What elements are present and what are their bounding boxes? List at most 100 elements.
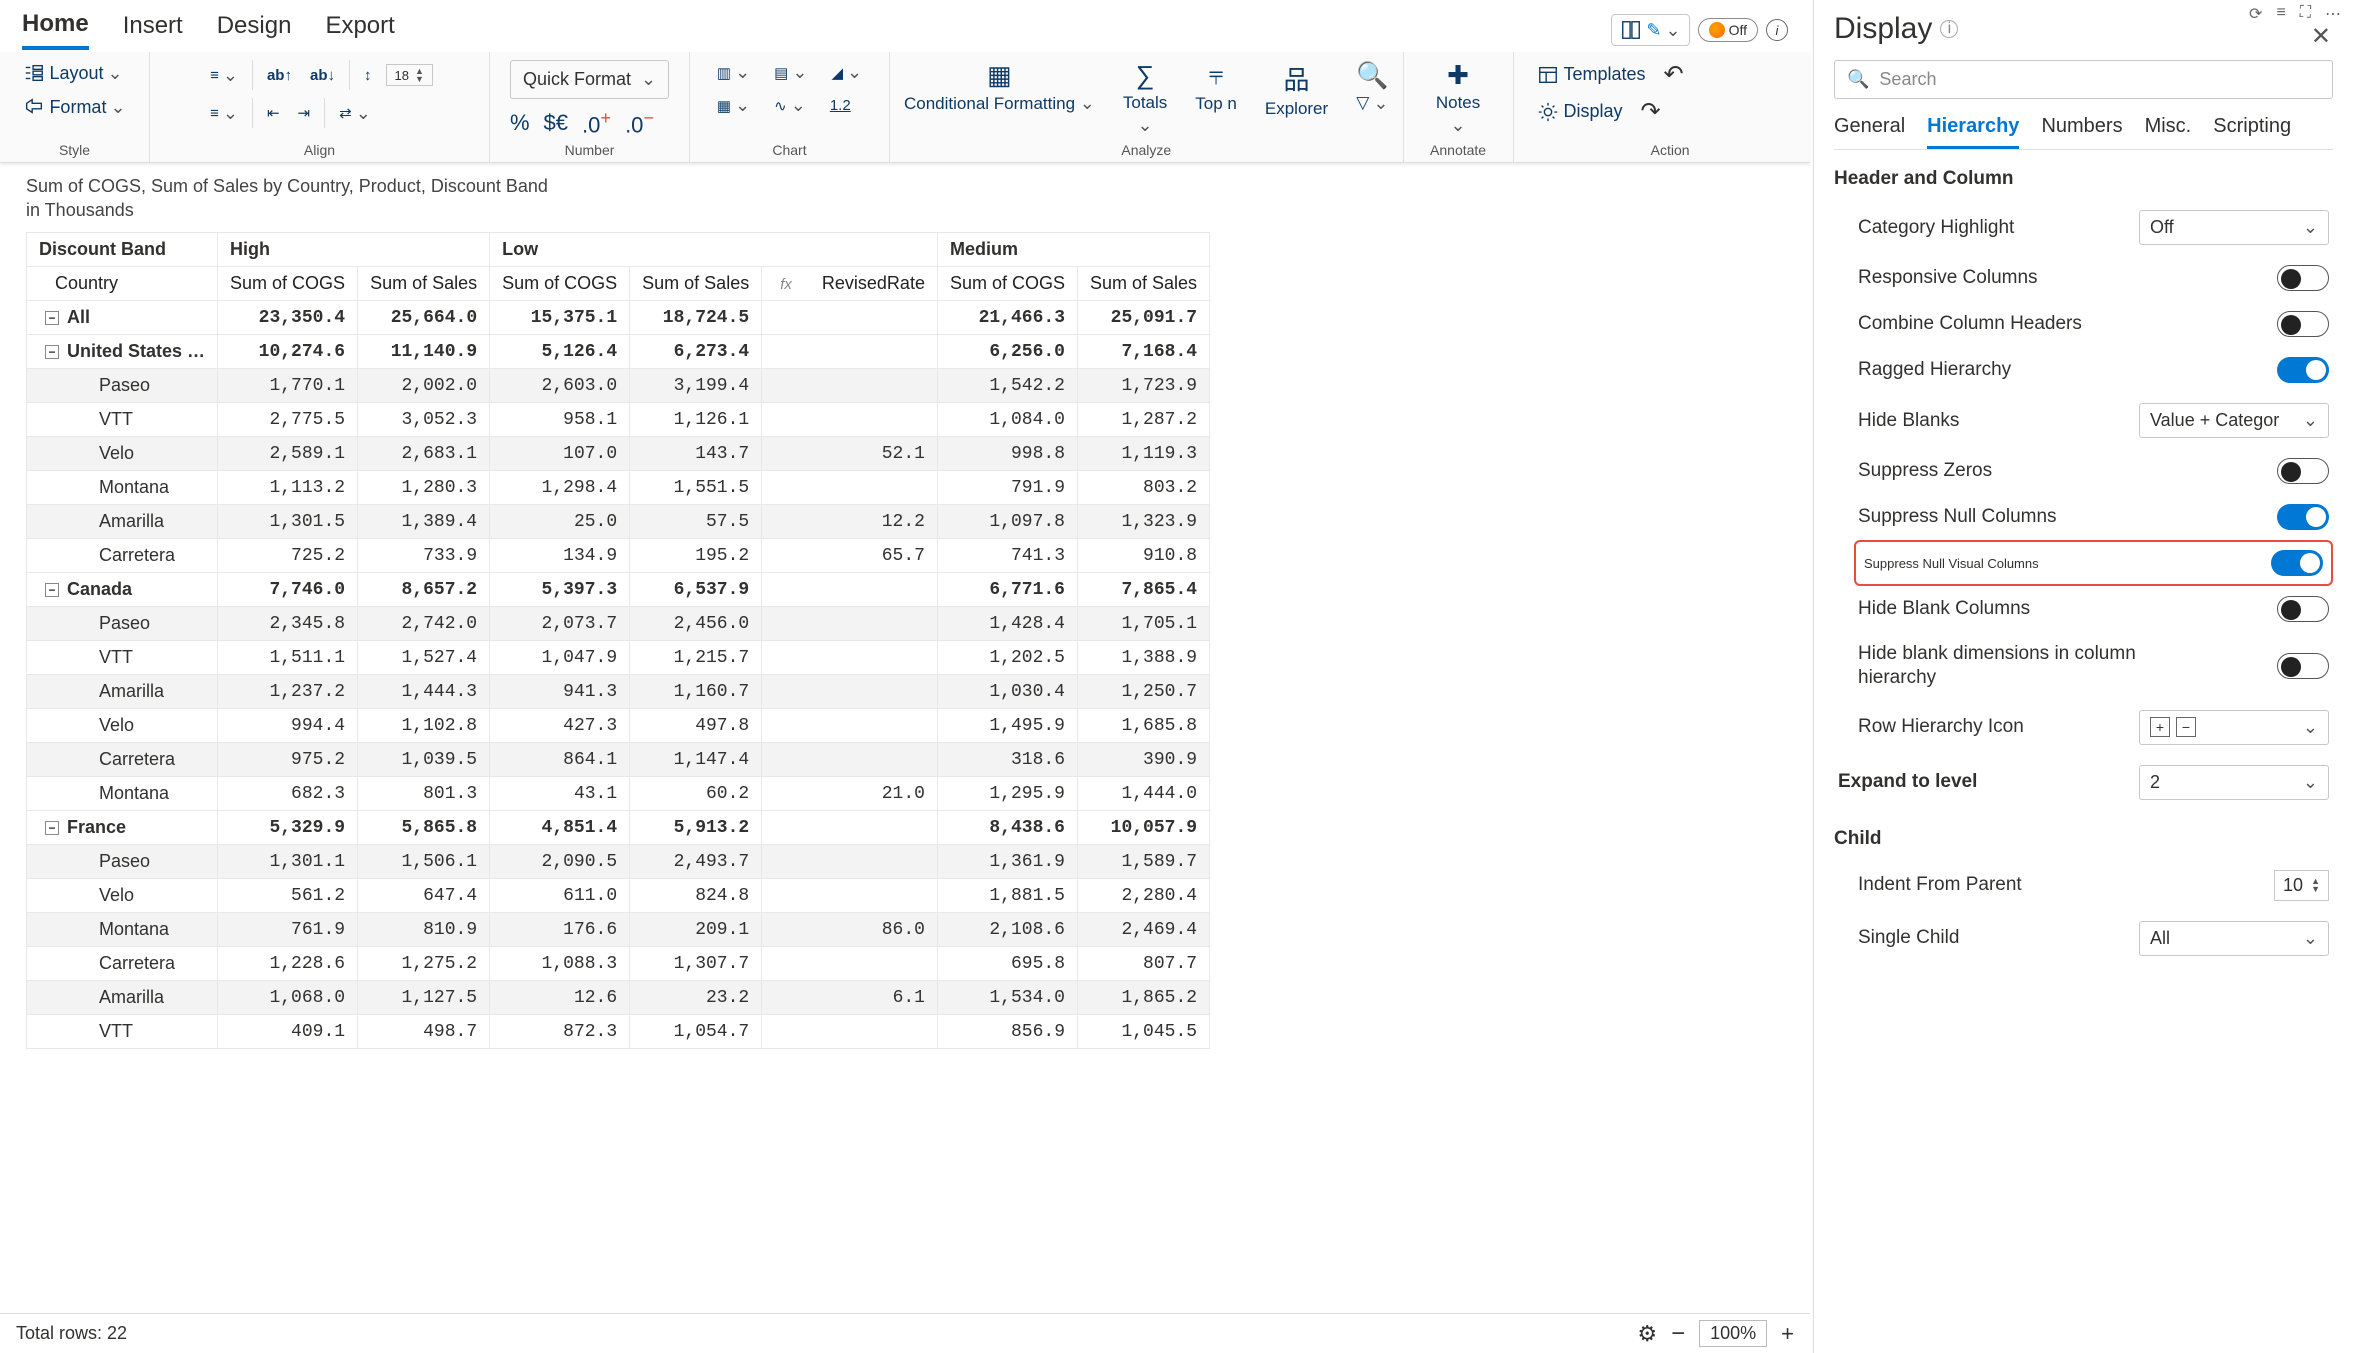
band-high[interactable]: High: [218, 233, 490, 267]
settings-gear-icon[interactable]: ⚙: [1637, 1321, 1657, 1347]
combine-headers-toggle[interactable]: [2277, 311, 2329, 337]
cell-value[interactable]: 1,511.1: [218, 641, 358, 675]
cell-value[interactable]: [762, 641, 938, 675]
cell-value[interactable]: 3,199.4: [630, 369, 762, 403]
percent-icon[interactable]: %: [510, 110, 530, 136]
cell-value[interactable]: [762, 301, 938, 335]
cell-value[interactable]: 57.5: [630, 505, 762, 539]
panel-tab-general[interactable]: General: [1834, 115, 1905, 149]
band-medium[interactable]: Medium: [937, 233, 1209, 267]
cell-value[interactable]: 195.2: [630, 539, 762, 573]
cell-value[interactable]: 1,389.4: [358, 505, 490, 539]
cell-value[interactable]: 1,102.8: [358, 709, 490, 743]
pin-icon[interactable]: ⟳: [2249, 4, 2262, 24]
cell-value[interactable]: 1,307.7: [630, 947, 762, 981]
table-row[interactable]: Montana1,113.21,280.31,298.41,551.5791.9…: [27, 471, 1210, 505]
cell-value[interactable]: 1,084.0: [937, 403, 1077, 437]
cell-value[interactable]: 65.7: [762, 539, 938, 573]
cell-value[interactable]: 1,527.4: [358, 641, 490, 675]
col-high-cogs[interactable]: Sum of COGS: [218, 267, 358, 301]
cell-value[interactable]: [762, 573, 938, 607]
cell-value[interactable]: 1,865.2: [1078, 981, 1210, 1015]
cell-value[interactable]: 2,002.0: [358, 369, 490, 403]
cell-value[interactable]: 5,329.9: [218, 811, 358, 845]
cell-value[interactable]: 824.8: [630, 879, 762, 913]
cell-value[interactable]: 801.3: [358, 777, 490, 811]
cell-value[interactable]: 1,388.9: [1078, 641, 1210, 675]
cell-value[interactable]: 1,428.4: [937, 607, 1077, 641]
expand-icon[interactable]: −: [45, 821, 59, 835]
cell-value[interactable]: 910.8: [1078, 539, 1210, 573]
table-row[interactable]: Montana761.9810.9176.6209.186.02,108.62,…: [27, 913, 1210, 947]
table-row[interactable]: Paseo1,770.12,002.02,603.03,199.41,542.2…: [27, 369, 1210, 403]
cell-value[interactable]: 1,088.3: [490, 947, 630, 981]
edit-mode-button[interactable]: ✎: [1611, 14, 1689, 46]
cell-value[interactable]: [762, 709, 938, 743]
suppress-null-visual-toggle[interactable]: [2271, 550, 2323, 576]
table-row[interactable]: Carretera725.2733.9134.9195.265.7741.391…: [27, 539, 1210, 573]
table-row[interactable]: Amarilla1,301.51,389.425.057.512.21,097.…: [27, 505, 1210, 539]
cell-value[interactable]: [762, 743, 938, 777]
cell-value[interactable]: [762, 947, 938, 981]
cell-value[interactable]: 1,147.4: [630, 743, 762, 777]
currency-icon[interactable]: $€: [544, 110, 568, 136]
cell-value[interactable]: 1,444.3: [358, 675, 490, 709]
filter-mini-icon[interactable]: ≡: [2276, 4, 2285, 24]
pivot-table[interactable]: Discount Band High Low Medium Country Su…: [26, 232, 1210, 1049]
panel-tab-misc[interactable]: Misc.: [2145, 115, 2192, 149]
cell-value[interactable]: 2,589.1: [218, 437, 358, 471]
cell-value[interactable]: 975.2: [218, 743, 358, 777]
cell-value[interactable]: 6.1: [762, 981, 938, 1015]
redo-icon[interactable]: ↷: [1641, 97, 1661, 126]
cell-value[interactable]: 86.0: [762, 913, 938, 947]
expand-icon[interactable]: −: [45, 345, 59, 359]
cell-value[interactable]: 1,045.5: [1078, 1015, 1210, 1049]
cell-value[interactable]: 1,534.0: [937, 981, 1077, 1015]
cell-value[interactable]: 6,771.6: [937, 573, 1077, 607]
cell-value[interactable]: 2,493.7: [630, 845, 762, 879]
responsive-columns-toggle[interactable]: [2277, 265, 2329, 291]
increase-decimal-icon[interactable]: .0+: [582, 107, 611, 138]
cell-value[interactable]: 1,054.7: [630, 1015, 762, 1049]
cell-value[interactable]: 1,160.7: [630, 675, 762, 709]
cell-value[interactable]: 4,851.4: [490, 811, 630, 845]
band-low[interactable]: Low: [490, 233, 938, 267]
cell-value[interactable]: 1,444.0: [1078, 777, 1210, 811]
table-row[interactable]: Paseo2,345.82,742.02,073.72,456.01,428.4…: [27, 607, 1210, 641]
cell-value[interactable]: 2,469.4: [1078, 913, 1210, 947]
col-high-sales[interactable]: Sum of Sales: [358, 267, 490, 301]
decrease-decimal-icon[interactable]: .0−: [625, 107, 654, 138]
cell-value[interactable]: [762, 845, 938, 879]
cell-value[interactable]: 1,030.4: [937, 675, 1077, 709]
cell-value[interactable]: 497.8: [630, 709, 762, 743]
cell-value[interactable]: 318.6: [937, 743, 1077, 777]
table-row[interactable]: Amarilla1,237.21,444.3941.31,160.71,030.…: [27, 675, 1210, 709]
line-chart-icon[interactable]: ∿: [770, 93, 810, 118]
cell-value[interactable]: 1,068.0: [218, 981, 358, 1015]
cell-value[interactable]: 2,108.6: [937, 913, 1077, 947]
cell-value[interactable]: 1,127.5: [358, 981, 490, 1015]
info-icon[interactable]: i: [1766, 19, 1788, 41]
cell-value[interactable]: 1,047.9: [490, 641, 630, 675]
cell-value[interactable]: 864.1: [490, 743, 630, 777]
cell-value[interactable]: 1,298.4: [490, 471, 630, 505]
category-highlight-dropdown[interactable]: Off: [2139, 210, 2329, 245]
cell-value[interactable]: 7,168.4: [1078, 335, 1210, 369]
cell-value[interactable]: 682.3: [218, 777, 358, 811]
row-hierarchy-icon-dropdown[interactable]: +−: [2139, 710, 2329, 745]
cell-value[interactable]: 2,603.0: [490, 369, 630, 403]
cell-value[interactable]: 21.0: [762, 777, 938, 811]
cell-value[interactable]: [762, 811, 938, 845]
cell-value[interactable]: 8,657.2: [358, 573, 490, 607]
cell-value[interactable]: 761.9: [218, 913, 358, 947]
cell-value[interactable]: 1,495.9: [937, 709, 1077, 743]
cell-value[interactable]: 8,438.6: [937, 811, 1077, 845]
table-row[interactable]: Velo994.41,102.8427.3497.81,495.91,685.8: [27, 709, 1210, 743]
stacked-icon[interactable]: ▦: [713, 93, 754, 118]
tab-export[interactable]: Export: [325, 12, 394, 48]
col-low-sales[interactable]: Sum of Sales: [630, 267, 762, 301]
table-row[interactable]: −All23,350.425,664.015,375.118,724.521,4…: [27, 301, 1210, 335]
cell-value[interactable]: 12.6: [490, 981, 630, 1015]
cell-value[interactable]: 23,350.4: [218, 301, 358, 335]
valign-icon[interactable]: ≡: [206, 101, 242, 126]
